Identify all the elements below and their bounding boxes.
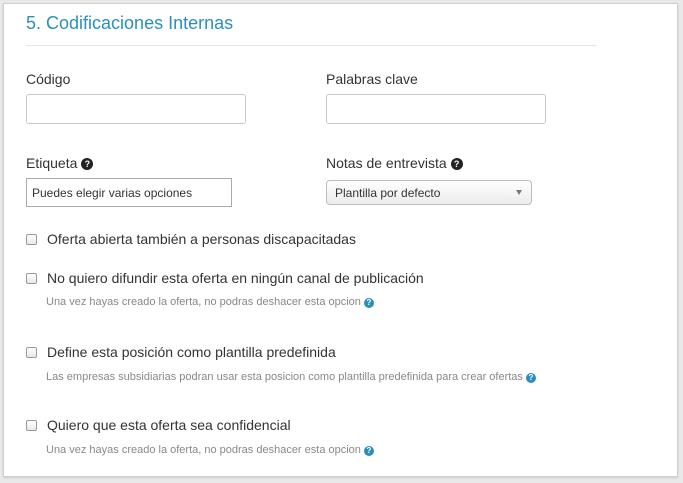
notas-entrevista-label: Notas de entrevista — [326, 155, 447, 171]
option-hint: Una vez hayas creado la oferta, no podra… — [46, 296, 361, 308]
option-hint-row: Una vez hayas creado la oferta, no podra… — [46, 444, 374, 456]
option-discapacitadas[interactable]: Oferta abierta también a personas discap… — [26, 231, 356, 247]
codigo-label: Código — [26, 71, 71, 87]
option-no-difundir[interactable]: No quiero difundir esta oferta en ningún… — [26, 270, 424, 286]
option-hint-row: Las empresas subsidiarias podran usar es… — [46, 371, 536, 383]
option-hint: Las empresas subsidiarias podran usar es… — [46, 371, 523, 383]
checkbox-no-difundir[interactable] — [26, 273, 37, 284]
option-label: No quiero difundir esta oferta en ningún… — [47, 270, 424, 286]
option-confidencial[interactable]: Quiero que esta oferta sea confidencial — [26, 417, 291, 433]
checkbox-plantilla[interactable] — [26, 347, 37, 358]
form-panel: 5. Codificaciones Internas Código Palabr… — [3, 3, 678, 477]
question-circle-icon[interactable]: ? — [525, 373, 536, 383]
option-hint: Una vez hayas creado la oferta, no podra… — [46, 444, 361, 456]
option-plantilla[interactable]: Define esta posición como plantilla pred… — [26, 344, 336, 360]
section-divider — [26, 45, 596, 46]
checkbox-confidencial[interactable] — [26, 420, 37, 431]
chevron-down-icon — [516, 190, 522, 195]
notas-label-row: Notas de entrevista? — [326, 155, 463, 171]
checkbox-discapacitadas[interactable] — [26, 234, 37, 245]
option-label: Define esta posición como plantilla pred… — [47, 344, 336, 360]
question-circle-icon[interactable]: ? — [81, 158, 94, 170]
option-label: Oferta abierta también a personas discap… — [47, 231, 356, 247]
palabras-clave-input[interactable] — [326, 94, 546, 124]
etiqueta-placeholder: Puedes elegir varias opciones — [32, 186, 193, 200]
etiqueta-tag-input[interactable]: Puedes elegir varias opciones — [26, 178, 232, 207]
question-circle-icon[interactable]: ? — [363, 446, 374, 456]
question-circle-icon[interactable]: ? — [363, 298, 374, 308]
etiqueta-label-row: Etiqueta? — [26, 155, 94, 171]
question-circle-icon[interactable]: ? — [450, 158, 463, 170]
palabras-clave-label: Palabras clave — [326, 71, 418, 87]
notas-entrevista-select[interactable]: Plantilla por defecto — [326, 180, 532, 205]
codigo-input[interactable] — [26, 94, 246, 124]
etiqueta-label: Etiqueta — [26, 155, 78, 171]
option-label: Quiero que esta oferta sea confidencial — [47, 417, 291, 433]
section-title: 5. Codificaciones Internas — [26, 13, 234, 33]
option-hint-row: Una vez hayas creado la oferta, no podra… — [46, 296, 374, 308]
notas-selected-value: Plantilla por defecto — [335, 186, 441, 200]
